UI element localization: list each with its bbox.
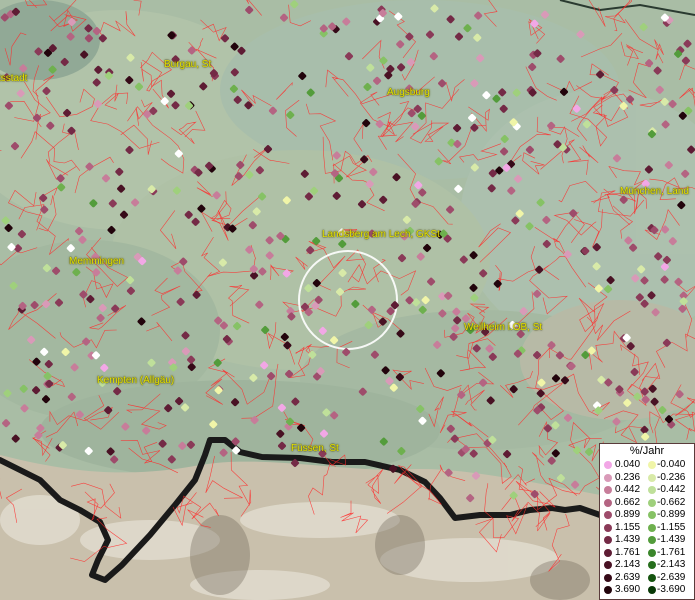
legend-swatch-negative (648, 486, 656, 494)
city-label-weilheim: Weilheim i.OB, St (464, 322, 543, 333)
legend-swatch-negative (648, 498, 656, 507)
legend-row: 0.040 -0.040 (600, 459, 695, 471)
legend-swatch-negative (648, 586, 656, 594)
city-label-augsburg: Augsburg (387, 87, 430, 98)
city-label-fuessen: Füssen, St (291, 443, 339, 454)
legend-swatch-negative (648, 461, 656, 469)
city-label-memmingen: Memmingen (69, 256, 125, 267)
legend-value-positive: 0.236 (615, 471, 641, 483)
legend-swatch-negative (648, 473, 656, 482)
legend-value-negative: -1.155 (657, 521, 686, 533)
legend-row: 1.155 -1.155 (600, 522, 695, 534)
city-label-landsberg: Landsberg am Lech, GKSt (322, 229, 440, 240)
city-label-kempten: Kempten (Allgäu) (97, 375, 175, 386)
legend-value-positive: 1.439 (615, 534, 641, 545)
legend-swatch-positive (604, 511, 612, 519)
legend-value-positive: 1.761 (615, 546, 641, 558)
map-canvas[interactable] (0, 0, 695, 600)
legend-row: 3.690 -3.690 (600, 584, 695, 596)
legend-swatch-positive (604, 586, 612, 594)
legend-value-negative: -3.690 (657, 584, 686, 595)
legend-swatch-negative (648, 561, 656, 569)
legend-value-positive: 0.442 (615, 484, 641, 495)
legend-swatch-negative (648, 573, 656, 582)
legend-row: 0.236 -0.236 (600, 472, 695, 484)
legend-value-negative: -1.761 (657, 546, 686, 558)
legend-row: 2.143 -2.143 (600, 559, 695, 571)
legend-value-negative: -2.639 (657, 571, 686, 583)
legend-swatch-negative (648, 523, 656, 532)
legend-row: 0.442 -0.442 (600, 484, 695, 496)
legend-value-positive: 3.690 (615, 584, 641, 595)
legend-value-negative: -0.236 (657, 471, 686, 483)
legend-swatch-positive (604, 498, 612, 507)
legend-value-negative: -1.439 (657, 534, 686, 545)
legend-row: 0.662 -0.662 (600, 497, 695, 509)
legend-swatch-positive (604, 536, 612, 544)
legend-value-positive: 0.662 (615, 496, 641, 508)
legend-swatch-positive (604, 548, 612, 557)
city-label-muenchen: München, Land (620, 186, 689, 197)
legend-value-positive: 0.040 (615, 459, 641, 470)
legend: %/Jahr 0.040 -0.040 0.236 -0.236 0.442 -0.442… (599, 443, 695, 600)
legend-swatch-positive (604, 561, 612, 569)
legend-swatch-positive (604, 523, 612, 532)
legend-value-negative: -2.143 (657, 559, 686, 570)
legend-row: 0.899 -0.899 (600, 509, 695, 521)
legend-title: %/Jahr (629, 445, 665, 457)
legend-row: 1.761 -1.761 (600, 547, 695, 559)
legend-value-negative: -0.442 (657, 484, 686, 495)
legend-value-positive: 2.639 (615, 571, 641, 583)
legend-row: 2.639 -2.639 (600, 572, 695, 584)
legend-row: 1.439 -1.439 (600, 534, 695, 546)
legend-swatch-positive (604, 473, 612, 482)
legend-swatch-negative (648, 548, 656, 557)
legend-swatch-negative (648, 536, 656, 544)
legend-value-negative: -0.662 (657, 496, 686, 508)
legend-swatch-positive (604, 461, 612, 469)
legend-value-negative: -0.899 (657, 509, 686, 520)
legend-value-positive: 0.899 (615, 509, 641, 520)
legend-value-positive: 1.155 (615, 521, 641, 533)
legend-value-positive: 2.143 (615, 559, 641, 570)
legend-value-negative: -0.040 (657, 459, 686, 470)
city-label-ingolstadt: tsstadt (0, 73, 28, 84)
city-label-burgau: Burgau, St (164, 59, 212, 70)
legend-swatch-positive (604, 573, 612, 582)
legend-swatch-negative (648, 511, 656, 519)
legend-swatch-positive (604, 486, 612, 494)
